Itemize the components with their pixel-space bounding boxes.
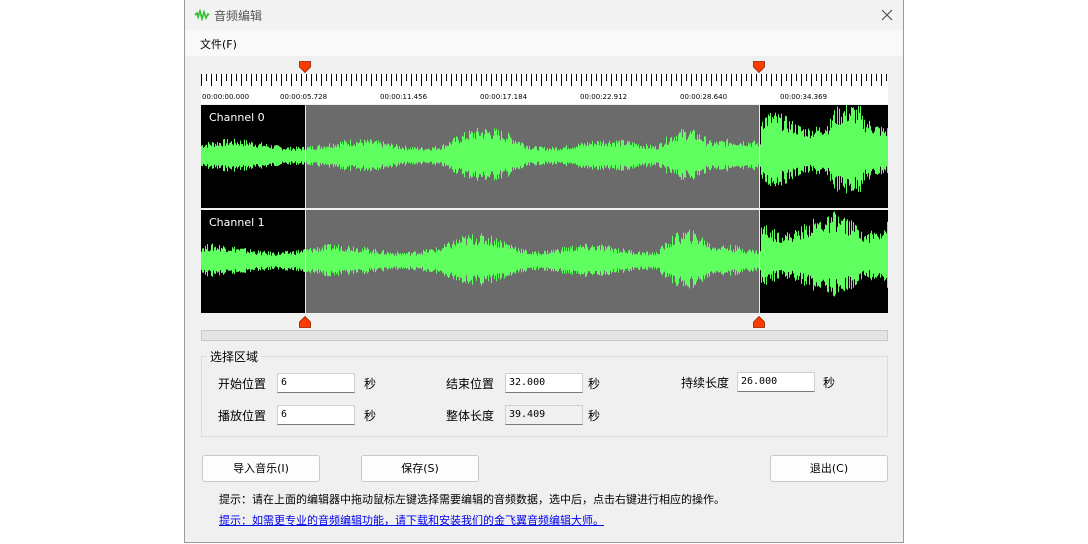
- total-length-field: 39.409: [505, 405, 583, 425]
- waveform-graphic: [201, 210, 888, 313]
- seconds-unit: 秒: [364, 377, 377, 391]
- seconds-unit: 秒: [588, 409, 601, 423]
- start-position-input[interactable]: 6: [277, 373, 355, 393]
- duration-label: 持续长度: [681, 376, 730, 390]
- ruler-label: 00:00:05.728: [280, 93, 328, 101]
- menu-bar: 文件(F): [185, 30, 903, 56]
- selection-start-marker-top[interactable]: [299, 61, 311, 73]
- waveform-app-icon: [194, 9, 210, 21]
- channel-1-waveform[interactable]: Channel 1: [201, 210, 888, 313]
- channel-0-waveform[interactable]: Channel 0: [201, 105, 888, 208]
- ruler-label: 00:00:22.912: [580, 93, 628, 101]
- time-ruler[interactable]: 00:00:00.000 00:00:05.728 00:00:11.456 0…: [201, 74, 888, 104]
- selection-end-marker-bottom[interactable]: [753, 316, 765, 328]
- ruler-label: 00:00:00.000: [202, 93, 250, 101]
- horizontal-scrollbar[interactable]: [201, 330, 888, 341]
- total-length-label: 整体长度: [446, 409, 495, 423]
- channel-label: Channel 0: [209, 111, 265, 124]
- ruler-tick-marks: [201, 74, 887, 86]
- duration-input[interactable]: 26.000: [737, 372, 815, 392]
- seconds-unit: 秒: [588, 377, 601, 391]
- end-position-input[interactable]: 32.000: [505, 373, 583, 393]
- title-bar: 音频编辑: [185, 0, 903, 30]
- exit-button[interactable]: 退出(C): [770, 455, 888, 482]
- save-button[interactable]: 保存(S): [361, 455, 479, 482]
- channel-label: Channel 1: [209, 216, 265, 229]
- selection-group-title: 选择区域: [207, 348, 262, 365]
- hint-text: 提示：请在上面的编辑器中拖动鼠标左键选择需要编辑的音频数据，选中后，点击右键进行…: [219, 493, 725, 506]
- start-position-label: 开始位置: [218, 377, 267, 391]
- hint-link[interactable]: 提示：如需更专业的音频编辑功能，请下载和安装我们的金飞翼音频编辑大师。: [219, 512, 604, 528]
- audio-editor-window: 音频编辑 文件(F) 00:00:00.000 00:00:05.728 00:…: [184, 0, 904, 543]
- import-music-button[interactable]: 导入音乐(I): [202, 455, 320, 482]
- selection-end-marker-top[interactable]: [753, 61, 765, 73]
- seconds-unit: 秒: [823, 376, 836, 390]
- ruler-label: 00:00:11.456: [380, 93, 428, 101]
- ruler-label: 00:00:17.184: [480, 93, 528, 101]
- close-icon[interactable]: [879, 7, 895, 23]
- play-position-label: 播放位置: [218, 409, 267, 423]
- seconds-unit: 秒: [364, 409, 377, 423]
- ruler-label: 00:00:34.369: [780, 93, 828, 101]
- end-position-label: 结束位置: [446, 377, 495, 391]
- ruler-label: 00:00:28.640: [680, 93, 728, 101]
- window-title: 音频编辑: [214, 9, 263, 23]
- play-position-input[interactable]: 6: [277, 405, 355, 425]
- selection-start-marker-bottom[interactable]: [299, 316, 311, 328]
- waveform-graphic: [201, 105, 888, 208]
- menu-file[interactable]: 文件(F): [200, 36, 237, 52]
